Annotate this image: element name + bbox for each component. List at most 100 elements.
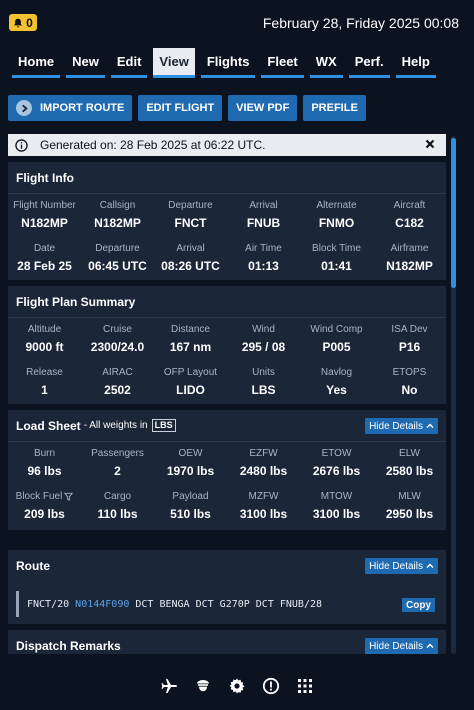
field-value: No [401, 383, 418, 397]
field-label-text: Alternate [316, 200, 357, 211]
field-label-text: Aircraft [393, 200, 426, 211]
pilot-icon[interactable] [194, 677, 212, 695]
load-sheet-field-mlw: MLW 2950 lbs [373, 485, 446, 528]
airplane-icon[interactable] [160, 677, 178, 695]
tab-flights[interactable]: Flights [200, 48, 256, 78]
chevron-up-icon [426, 563, 434, 568]
close-icon[interactable] [423, 137, 437, 151]
field-label: Aircraft [373, 200, 446, 211]
dispatch-hide-button[interactable]: Hide Details [365, 638, 438, 654]
content-scrollbar[interactable] [451, 136, 456, 654]
route-hide-button[interactable]: Hide Details [365, 558, 438, 574]
hide-details-label: Hide Details [369, 560, 423, 572]
load-sheet-field-passengers: Passengers 2 [81, 442, 154, 485]
import-route-button[interactable]: IMPORT ROUTE [8, 95, 133, 121]
load-sheet-field-etow: ETOW 2676 lbs [300, 442, 373, 485]
field-label-text: Departure [95, 243, 140, 254]
field-label-text: Units [252, 367, 275, 378]
field-label: ISA Dev [373, 324, 446, 335]
dispatch-header: Dispatch Remarks Hide Details [8, 630, 446, 654]
plan-summary-field-cruise: Cruise 2300/24.0 [81, 318, 154, 361]
tab-view[interactable]: View [153, 48, 195, 78]
weight-unit-badge: LBS [151, 419, 176, 432]
prefile-button[interactable]: PREFILE [303, 95, 366, 121]
tab-help[interactable]: Help [395, 48, 436, 78]
fuel-filter-icon[interactable] [64, 492, 74, 501]
load-sheet-header: Load Sheet - All weights in LBS Hide Det… [8, 410, 446, 442]
field-value: 01:41 [321, 259, 352, 273]
field-value: 9000 ft [25, 340, 64, 354]
field-label-text: Flight Number [13, 200, 76, 211]
field-label-text: ETOW [321, 448, 352, 459]
field-value: 1970 lbs [166, 464, 215, 478]
load-sheet-field-burn: Burn 96 lbs [8, 442, 81, 485]
flight-info-field-departure: Departure FNCT [154, 194, 227, 237]
tab-fleet[interactable]: Fleet [261, 48, 304, 78]
info-icon [15, 138, 28, 152]
field-value: 510 lbs [170, 507, 211, 521]
gear-icon[interactable] [228, 677, 246, 695]
notification-badge[interactable]: 0 [9, 14, 37, 31]
flight-info-field-air-time: Air Time 01:13 [227, 237, 300, 280]
field-label-text: MZFW [248, 491, 279, 502]
field-value: 3100 lbs [239, 507, 288, 521]
field-label: Departure [81, 243, 154, 254]
field-label: OFP Layout [154, 367, 227, 378]
info-icon[interactable] [262, 677, 280, 695]
chevron-right-icon [16, 100, 32, 116]
field-label-text: MTOW [320, 491, 353, 502]
tab-perf[interactable]: Perf. [348, 48, 390, 78]
field-value: 2950 lbs [385, 507, 434, 521]
field-label: ETOW [300, 448, 373, 459]
grid-icon[interactable] [296, 677, 314, 695]
field-value: 2580 lbs [385, 464, 434, 478]
chevron-up-icon [426, 643, 434, 648]
plan-summary-field-release: Release 1 [8, 361, 81, 404]
field-label: Altitude [8, 324, 81, 335]
flight-info-field-flight-number: Flight Number N182MP [8, 194, 81, 237]
field-label-text: Date [33, 243, 56, 254]
field-value: N182MP [386, 259, 433, 273]
field-label: AIRAC [81, 367, 154, 378]
chevron-up-icon [426, 423, 434, 428]
plan-summary-field-ofp-layout: OFP Layout LIDO [154, 361, 227, 404]
field-label-text: Callsign [99, 200, 136, 211]
plan-summary-field-etops: ETOPS No [373, 361, 446, 404]
hide-details-label: Hide Details [369, 640, 423, 652]
scrollbar-thumb[interactable] [451, 138, 456, 288]
field-label-text: Arrival [176, 243, 205, 254]
field-label-text: OEW [178, 448, 203, 459]
load-sheet-hide-button[interactable]: Hide Details [365, 418, 438, 434]
tab-edit[interactable]: Edit [110, 48, 148, 78]
field-label-text: Airframe [390, 243, 429, 254]
field-value: P005 [322, 340, 351, 354]
copy-route-button[interactable]: Copy [402, 598, 435, 612]
plan-summary-field-altitude: Altitude 9000 ft [8, 318, 81, 361]
flight-info-field-callsign: Callsign N182MP [81, 194, 154, 237]
generated-banner: Generated on: 28 Feb 2025 at 06:22 UTC. [8, 134, 446, 156]
plan-summary-field-isa-dev: ISA Dev P16 [373, 318, 446, 361]
field-label: Arrival [227, 200, 300, 211]
dispatch-remarks-card: Dispatch Remarks Hide Details [8, 630, 446, 654]
tab-wx[interactable]: WX [309, 48, 343, 78]
field-label: OEW [154, 448, 227, 459]
field-label: Cargo [81, 491, 154, 502]
field-label: Burn [8, 448, 81, 459]
route-rest: DCT BENGA DCT G270P DCT FNUB/28 [129, 598, 323, 610]
field-value: 01:13 [248, 259, 279, 273]
tab-home[interactable]: Home [12, 48, 61, 78]
view-pdf-button[interactable]: VIEW PDF [228, 95, 298, 121]
field-label-text: Cargo [103, 491, 132, 502]
field-value: 3100 lbs [312, 507, 361, 521]
load-sheet-field-ezfw: EZFW 2480 lbs [227, 442, 300, 485]
field-value: Yes [326, 383, 347, 397]
edit-flight-button[interactable]: EDIT FLIGHT [138, 95, 223, 121]
bottom-nav [0, 668, 474, 704]
route-string: FNCT/20 N0144F090 DCT BENGA DCT G270P DC… [16, 591, 438, 617]
ofp-content[interactable]: Generated on: 28 Feb 2025 at 06:22 UTC. … [8, 134, 446, 654]
field-label-text: Passengers [91, 448, 144, 459]
field-value: 2676 lbs [312, 464, 361, 478]
field-label: MTOW [300, 491, 373, 502]
tab-new[interactable]: New [66, 48, 105, 78]
load-sheet-field-mzfw: MZFW 3100 lbs [227, 485, 300, 528]
